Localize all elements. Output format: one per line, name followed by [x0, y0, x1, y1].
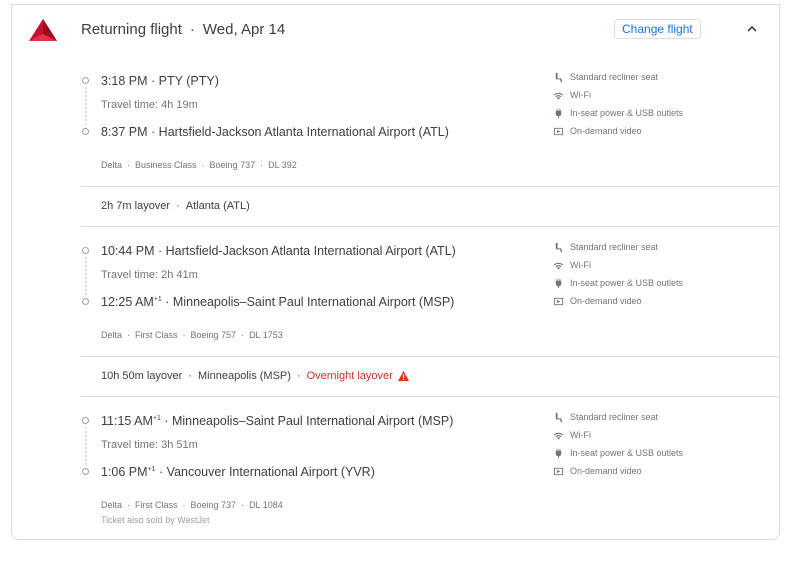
travel-time: Travel time: 4h 19m [101, 99, 198, 111]
departure-airport: Minneapolis–Saint Paul International Air… [171, 414, 454, 428]
departure-airport: PTY (PTY) [158, 74, 219, 88]
arrival-time: 1:06 PM [101, 465, 148, 479]
arrival-time: 12:25 AM [101, 295, 154, 309]
power-icon [555, 448, 562, 458]
arrival-dot [82, 298, 89, 305]
seat-icon [555, 242, 563, 252]
warning-icon [397, 371, 409, 381]
amenity-video: On-demand video [553, 295, 642, 307]
wifi-icon [553, 262, 564, 270]
departure-time: 11:15 AM [101, 414, 153, 428]
amenity-wifi: Wi-Fi [553, 89, 591, 101]
power-icon [555, 278, 562, 288]
layover-2: 10h 50m layover · Minneapolis (MSP) · Overni… [101, 370, 409, 382]
departure-dot [82, 417, 89, 424]
page-title: Returning flight · Wed, Apr 14 [81, 21, 286, 38]
departure-line: 10:44 PM · Hartsfield-Jackson Atlanta In… [101, 244, 456, 258]
arrival-line: 12:25 AM+1 · Minneapolis–Saint Paul Inte… [101, 295, 455, 309]
travel-time: Travel time: 3h 51m [101, 439, 198, 451]
amenity-power: In-seat power & USB outlets [553, 277, 683, 289]
section-divider [81, 356, 780, 357]
amenity-seat: Standard recliner seat [553, 71, 658, 83]
power-icon [555, 108, 562, 118]
departure-time: 10:44 PM [101, 244, 155, 258]
amenity-video: On-demand video [553, 465, 642, 477]
section-divider [81, 226, 780, 227]
video-icon [553, 467, 564, 475]
header-date: Wed, Apr 14 [202, 21, 286, 38]
arrival-dot [82, 468, 89, 475]
arrival-line: 8:37 PM · Hartsfield-Jackson Atlanta Int… [101, 125, 449, 139]
amenity-seat: Standard recliner seat [553, 411, 658, 423]
layover-1: 2h 7m layover · Atlanta (ATL) [101, 200, 250, 212]
departure-airport: Hartsfield-Jackson Atlanta International… [165, 244, 456, 258]
section-divider [81, 396, 780, 397]
route-line [85, 87, 87, 125]
seat-icon [555, 412, 563, 422]
amenity-wifi: Wi-Fi [553, 259, 591, 271]
change-flight-button[interactable]: Change flight [614, 19, 701, 39]
departure-line: 3:18 PM · PTY (PTY) [101, 74, 219, 88]
route-line [85, 427, 87, 465]
amenity-seat: Standard recliner seat [553, 241, 658, 253]
arrival-airport: Hartsfield-Jackson Atlanta International… [158, 125, 449, 139]
arrival-time: 8:37 PM [101, 125, 148, 139]
seat-icon [555, 72, 563, 82]
chevron-up-icon[interactable] [745, 24, 759, 34]
departure-line: 11:15 AM+1 · Minneapolis–Saint Paul Inte… [101, 414, 454, 428]
amenity-wifi: Wi-Fi [553, 429, 591, 441]
amenity-video: On-demand video [553, 125, 642, 137]
departure-time: 3:18 PM [101, 74, 148, 88]
arrival-airport: Minneapolis–Saint Paul International Air… [172, 295, 455, 309]
delta-logo-icon [29, 19, 57, 41]
travel-time: Travel time: 2h 41m [101, 269, 198, 281]
sold-by-note: Ticket also sold by WestJet [101, 515, 210, 525]
section-divider [81, 186, 780, 187]
overnight-warning: Overnight layover [306, 370, 393, 382]
flight-meta: Delta · Business Class · Boeing 737 · DL 392 [101, 160, 297, 170]
arrival-airport: Vancouver International Airport (YVR) [166, 465, 375, 479]
video-icon [553, 297, 564, 305]
departure-dot [82, 77, 89, 84]
wifi-icon [553, 432, 564, 440]
arrival-dot [82, 128, 89, 135]
route-line [85, 257, 87, 295]
amenity-power: In-seat power & USB outlets [553, 107, 683, 119]
video-icon [553, 127, 564, 135]
flight-meta: Delta · First Class · Boeing 737 · DL 1084 [101, 500, 283, 510]
wifi-icon [553, 92, 564, 100]
departure-dot [82, 247, 89, 254]
flight-meta: Delta · First Class · Boeing 757 · DL 1753 [101, 330, 283, 340]
arrival-line: 1:06 PM+1 · Vancouver International Airp… [101, 465, 375, 479]
amenity-power: In-seat power & USB outlets [553, 447, 683, 459]
header-title-text: Returning flight [81, 21, 182, 38]
